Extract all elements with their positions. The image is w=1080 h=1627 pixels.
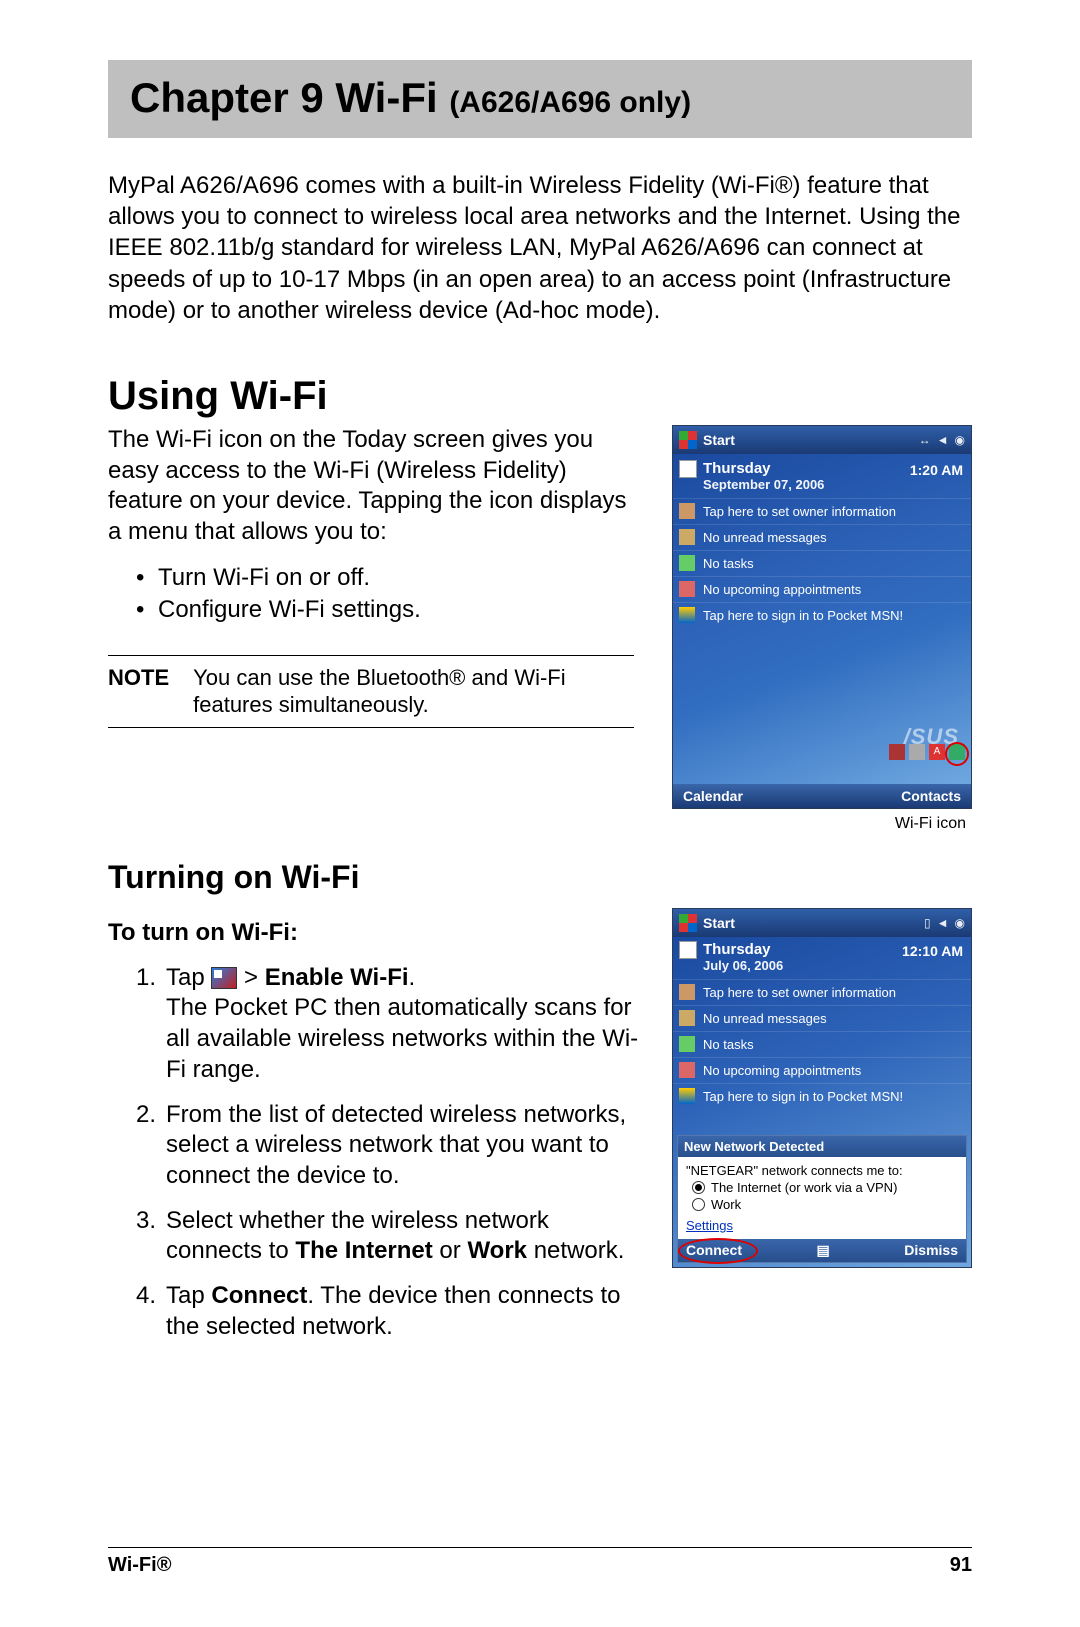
heading-using-wifi: Using Wi-Fi bbox=[108, 374, 972, 419]
appointment-icon bbox=[679, 1062, 695, 1078]
radio-label: The Internet (or work via a VPN) bbox=[711, 1180, 897, 1195]
steps-list: Tap > Enable Wi-Fi. The Pocket PC then a… bbox=[136, 963, 644, 1343]
popup-message: "NETGEAR" network connects me to: bbox=[686, 1163, 958, 1178]
tray-icon: A bbox=[929, 744, 945, 760]
bullet-list: Turn Wi-Fi on or off. Configure Wi-Fi se… bbox=[136, 562, 644, 627]
screenshot-network-detected: Start ▯◄◉ Thursday July 06, 2006 12:10 A… bbox=[672, 908, 972, 1268]
footer-section: Wi-Fi® bbox=[108, 1554, 171, 1577]
calendar-icon bbox=[679, 941, 697, 959]
system-tray: A bbox=[673, 742, 971, 762]
step-item: Tap Connect. The device then connects to… bbox=[136, 1281, 644, 1342]
radio-work[interactable] bbox=[692, 1198, 705, 1211]
windows-flag-icon bbox=[679, 431, 697, 449]
tray-icon bbox=[909, 744, 925, 760]
today-item: No upcoming appointments bbox=[703, 1063, 861, 1078]
heading-turning-on-wifi: Turning on Wi-Fi bbox=[108, 859, 972, 896]
screenshot-today-screen: Start ↔◄◉ Thursday September 07, 2006 1:… bbox=[672, 425, 972, 809]
chapter-subtitle: (A626/A696 only) bbox=[449, 86, 691, 119]
mail-icon bbox=[679, 529, 695, 545]
today-item: No unread messages bbox=[703, 1011, 827, 1026]
callout-ellipse bbox=[678, 1238, 758, 1264]
settings-link[interactable]: Settings bbox=[686, 1218, 733, 1233]
calendar-icon bbox=[679, 460, 697, 478]
screenshot-caption: Wi-Fi icon bbox=[672, 815, 972, 833]
radio-internet[interactable] bbox=[692, 1181, 705, 1194]
page-footer: Wi-Fi® 91 bbox=[108, 1547, 972, 1577]
today-item: Tap here to set owner information bbox=[703, 985, 896, 1000]
time-label: 1:20 AM bbox=[910, 462, 963, 478]
using-wifi-paragraph: The Wi-Fi icon on the Today screen gives… bbox=[108, 425, 644, 548]
start-label: Start bbox=[703, 432, 735, 448]
appointment-icon bbox=[679, 581, 695, 597]
today-item: No upcoming appointments bbox=[703, 582, 861, 597]
step-body: The Pocket PC then automatically scans f… bbox=[166, 993, 644, 1085]
status-icons: ↔◄◉ bbox=[919, 433, 965, 447]
popup-title: New Network Detected bbox=[678, 1136, 966, 1157]
step-item: From the list of detected wireless netwo… bbox=[136, 1100, 644, 1192]
note-text: You can use the Bluetooth® and Wi-Fi fea… bbox=[193, 664, 634, 719]
msn-icon bbox=[679, 607, 695, 623]
wifi-manager-icon bbox=[211, 967, 237, 989]
bullet-item: Turn Wi-Fi on or off. bbox=[136, 562, 644, 594]
intro-paragraph: MyPal A626/A696 comes with a built-in Wi… bbox=[108, 170, 972, 326]
date-label: July 06, 2006 bbox=[703, 958, 963, 973]
note-label: NOTE bbox=[108, 664, 169, 719]
chapter-heading-bar: Chapter 9 Wi-Fi (A626/A696 only) bbox=[108, 60, 972, 138]
chapter-title: Chapter 9 Wi-Fi bbox=[130, 74, 449, 121]
step-item: Tap > Enable Wi-Fi. The Pocket PC then a… bbox=[136, 963, 644, 1086]
time-label: 12:10 AM bbox=[902, 943, 963, 959]
tray-icon bbox=[889, 744, 905, 760]
subheading-to-turn-on: To turn on Wi-Fi: bbox=[108, 918, 644, 949]
today-item: No unread messages bbox=[703, 530, 827, 545]
owner-icon bbox=[679, 984, 695, 1000]
status-icons: ▯◄◉ bbox=[924, 916, 965, 930]
today-item: No tasks bbox=[703, 556, 754, 571]
step-item: Select whether the wireless network conn… bbox=[136, 1206, 644, 1267]
today-item: No tasks bbox=[703, 1037, 754, 1052]
dismiss-button[interactable]: Dismiss bbox=[904, 1242, 958, 1258]
task-icon bbox=[679, 1036, 695, 1052]
start-label: Start bbox=[703, 915, 735, 931]
network-popup: New Network Detected "NETGEAR" network c… bbox=[677, 1135, 967, 1263]
today-item: Tap here to sign in to Pocket MSN! bbox=[703, 1089, 903, 1104]
msn-icon bbox=[679, 1088, 695, 1104]
today-item: Tap here to set owner information bbox=[703, 504, 896, 519]
date-label: September 07, 2006 bbox=[703, 477, 963, 492]
callout-circle bbox=[945, 742, 969, 766]
footer-page-number: 91 bbox=[950, 1554, 972, 1577]
radio-label: Work bbox=[711, 1197, 741, 1212]
bullet-item: Configure Wi-Fi settings. bbox=[136, 594, 644, 626]
softkey-right: Contacts bbox=[901, 788, 961, 804]
today-item: Tap here to sign in to Pocket MSN! bbox=[703, 608, 903, 623]
softkey-left: Calendar bbox=[683, 788, 743, 804]
owner-icon bbox=[679, 503, 695, 519]
mail-icon bbox=[679, 1010, 695, 1026]
keyboard-icon[interactable]: ▤ bbox=[817, 1242, 830, 1259]
note-box: NOTE You can use the Bluetooth® and Wi-F… bbox=[108, 655, 634, 728]
windows-flag-icon bbox=[679, 914, 697, 932]
task-icon bbox=[679, 555, 695, 571]
